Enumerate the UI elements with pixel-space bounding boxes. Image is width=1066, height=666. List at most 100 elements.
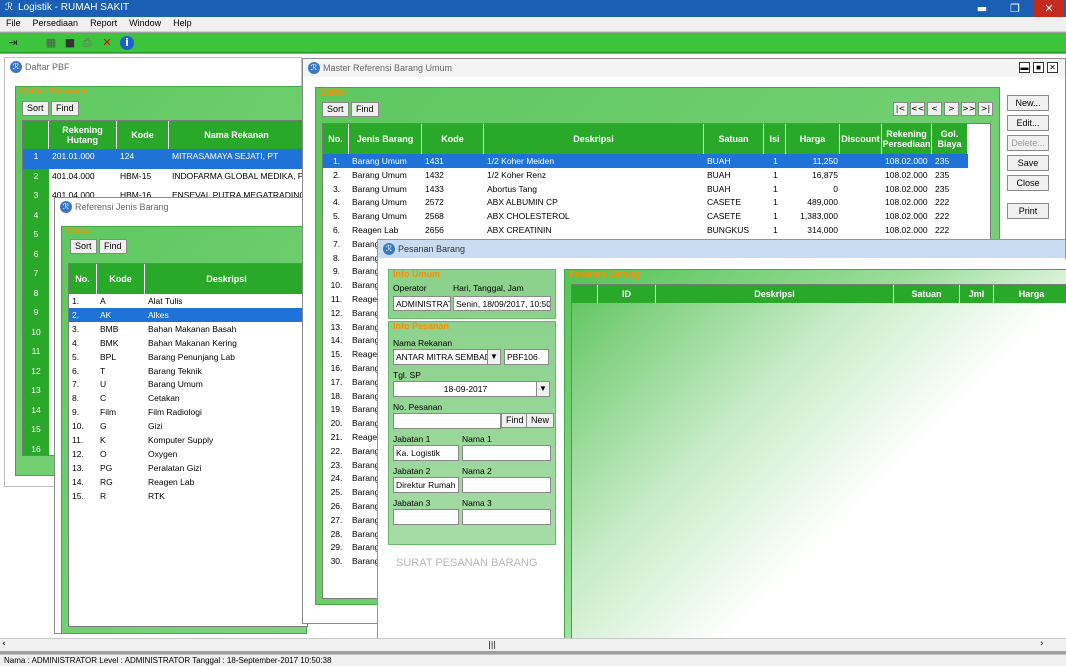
menu-report[interactable]: Report [84, 17, 123, 28]
column-header[interactable]: Rekening Hutang [49, 121, 117, 149]
close-window-button[interactable]: Close [1007, 175, 1049, 191]
table-row[interactable]: 3. BMB Bahan Makanan Basah [69, 322, 307, 336]
info-icon[interactable]: i [120, 36, 134, 50]
table-row[interactable]: 14. RG Reagen Lab [69, 475, 307, 489]
column-header[interactable]: Satuan [894, 285, 960, 303]
scroll-thumb-icon[interactable]: ||| [488, 640, 496, 649]
nav-prev-page-button[interactable]: << [910, 102, 925, 116]
edit-button[interactable]: Edit... [1007, 115, 1049, 131]
column-header[interactable]: Rekening Persediaan [882, 124, 932, 154]
tanggal-field[interactable]: Senin, 18/09/2017, 10:50 [453, 296, 551, 311]
table-row[interactable]: 5. BPL Barang Penunjang Lab [69, 350, 307, 364]
menu-help[interactable]: Help [167, 17, 198, 28]
table-row[interactable]: 12. O Oxygen [69, 447, 307, 461]
sort-button[interactable]: Sort [322, 102, 349, 117]
table-row[interactable]: 1. Barang Umum 1431 1/2 Koher Meiden BUAH 1 11… [323, 154, 968, 168]
column-header[interactable]: No. [69, 264, 97, 294]
jabatan3-field[interactable] [393, 509, 459, 525]
find-button[interactable]: Find [51, 101, 79, 116]
find-pesanan-button[interactable]: Find [501, 413, 529, 428]
column-header[interactable]: Kode [117, 121, 169, 149]
window-maximize-button[interactable]: ■ [1033, 62, 1044, 73]
table-row[interactable]: 2. Barang Umum 1432 1/2 Koher Renz BUAH 1 16,8… [323, 168, 968, 182]
print-button[interactable]: Print [1007, 203, 1049, 219]
column-header[interactable]: Harga [786, 124, 840, 154]
printer-icon[interactable]: ⎙ [80, 36, 94, 50]
column-header[interactable] [23, 121, 49, 149]
scroll-left-icon[interactable]: ‹ [2, 639, 6, 649]
table-row[interactable]: 11. K Komputer Supply [69, 433, 307, 447]
table-row[interactable]: 4. BMK Bahan Makanan Kering [69, 336, 307, 350]
column-header[interactable]: No. [323, 124, 349, 154]
jabatan1-field[interactable]: Ka. Logistik [393, 445, 459, 461]
find-button[interactable]: Find [351, 102, 379, 117]
delete-button[interactable]: Delete... [1007, 135, 1049, 151]
column-header[interactable]: Isi [764, 124, 786, 154]
nama3-field[interactable] [462, 509, 551, 525]
new-button[interactable]: New... [1007, 95, 1049, 111]
sort-button[interactable]: Sort [22, 101, 49, 116]
table-row[interactable]: 4. Barang Umum 2572 ABX ALBUMIN CP CASETE 1 48… [323, 195, 968, 209]
rekanan-kode-field[interactable]: PBF106 [504, 349, 549, 365]
operator-field[interactable]: ADMINISTRATO [393, 296, 451, 311]
table-row[interactable]: 7. U Barang Umum [69, 377, 307, 391]
table-row[interactable]: 13. PG Peralatan Gizi [69, 461, 307, 475]
nav-last-button[interactable]: >| [978, 102, 993, 116]
tglsp-date-picker[interactable]: 18-09-2017 ▼ [393, 381, 550, 397]
maximize-button[interactable]: ❐ [1000, 0, 1030, 17]
chevron-down-icon[interactable]: ▼ [487, 350, 500, 364]
nav-next-page-button[interactable]: >> [961, 102, 976, 116]
table-row[interactable]: 9. Film Film Radiologi [69, 405, 307, 419]
table-row[interactable]: 2 401.04.000 HBM-15 INDOFARMA GLOBAL MEDIKA… [23, 168, 305, 188]
nopesanan-field[interactable] [393, 413, 501, 429]
table-row[interactable]: 1 201.01.000 124 MITRASAMAYA SEJATI, PT [23, 149, 305, 169]
jabatan2-field[interactable]: Direktur Rumah Sal [393, 477, 459, 493]
chevron-down-icon[interactable]: ▼ [536, 382, 549, 396]
column-header[interactable]: Deskripsi [145, 264, 307, 294]
column-header[interactable]: Gol. Biaya [932, 124, 968, 154]
save-icon[interactable]: ▦ [44, 36, 58, 50]
table-row[interactable]: 5. Barang Umum 2568 ABX CHOLESTEROL CASETE 1 1… [323, 209, 968, 223]
exit-icon[interactable]: ⇥ [6, 36, 20, 50]
pesanan-items-table[interactable]: ID Deskripsi Satuan Jml Harga [571, 284, 1066, 640]
rekanan-select[interactable]: ANTAR MITRA SEMBADA, ▼ [393, 349, 501, 365]
column-header[interactable]: Nama Rekanan [169, 121, 305, 149]
horizontal-scrollbar[interactable]: ‹ ||| › [0, 638, 1066, 651]
column-header[interactable]: Jenis Barang [349, 124, 422, 154]
scroll-right-icon[interactable]: › [1040, 639, 1044, 649]
column-header[interactable]: ID [598, 285, 656, 303]
column-header[interactable]: Deskripsi [484, 124, 704, 154]
table-row[interactable]: 8. C Cetakan [69, 391, 307, 405]
nav-first-button[interactable]: |< [893, 102, 908, 116]
new-pesanan-button[interactable]: New [526, 413, 555, 428]
nav-prev-button[interactable]: < [927, 102, 942, 116]
floppy-icon[interactable]: ■ [63, 36, 77, 50]
sort-button[interactable]: Sort [70, 239, 97, 254]
window-close-button[interactable]: ✕ [1047, 62, 1058, 73]
save-button[interactable]: Save [1007, 155, 1049, 171]
jenis-barang-table[interactable]: No. Kode Deskripsi 1. A Alat Tulis 2. AK Alkes 3.… [68, 263, 308, 627]
nama1-field[interactable] [462, 445, 551, 461]
table-row[interactable]: 3. Barang Umum 1433 Abortus Tang BUAH 1 0 108.0… [323, 182, 968, 196]
column-header[interactable]: Kode [422, 124, 484, 154]
table-row[interactable]: 6. T Barang Teknik [69, 364, 307, 378]
nav-next-button[interactable]: > [944, 102, 959, 116]
minimize-button[interactable]: ▬ [967, 0, 997, 17]
column-header[interactable] [572, 285, 598, 303]
table-row[interactable]: 6. Reagen Lab 2656 ABX CREATININ BUNGKUS 1 314… [323, 223, 968, 237]
column-header[interactable]: Kode [97, 264, 145, 294]
table-row[interactable]: 1. A Alat Tulis [69, 294, 307, 308]
nama2-field[interactable] [462, 477, 551, 493]
table-row[interactable]: 15. R RTK [69, 489, 307, 503]
column-header[interactable]: Satuan [704, 124, 764, 154]
column-header[interactable]: Jml [960, 285, 994, 303]
column-header[interactable]: Deskripsi [656, 285, 894, 303]
window-minimize-button[interactable]: ▬ [1019, 62, 1030, 73]
column-header[interactable]: Harga [994, 285, 1066, 303]
close-red-icon[interactable]: ✕ [100, 36, 114, 50]
close-button[interactable]: ✕ [1034, 0, 1064, 17]
table-row[interactable]: 2. AK Alkes [69, 307, 307, 322]
column-header[interactable]: Discount [840, 124, 882, 154]
table-row[interactable]: 10. G Gizi [69, 419, 307, 433]
menu-window[interactable]: Window [123, 17, 167, 28]
